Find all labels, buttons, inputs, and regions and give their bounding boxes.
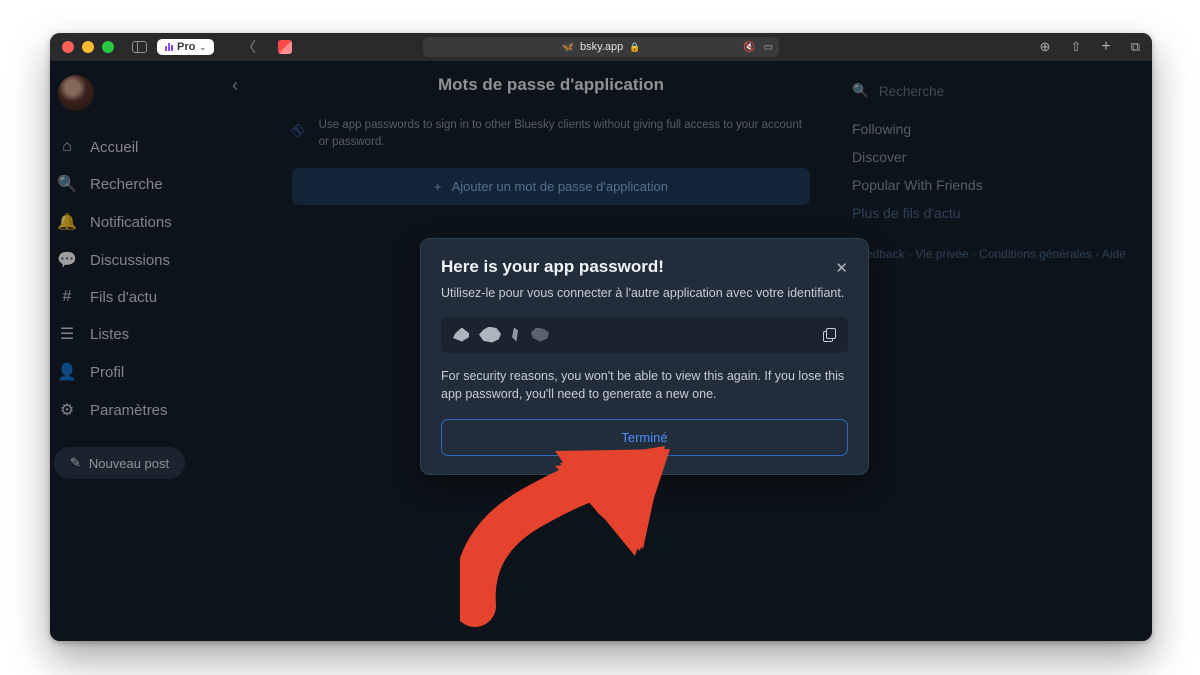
password-glyph-icon	[531, 328, 549, 342]
traffic-lights	[62, 41, 114, 53]
new-tab-button[interactable]	[1101, 38, 1110, 56]
pro-badge[interactable]: Pro ⌄	[157, 39, 214, 55]
url-text: bsky.app	[580, 41, 623, 53]
done-button[interactable]: Terminé	[441, 419, 848, 456]
page-content: ⌂ Accueil 🔍 Recherche 🔔 Notifications 💬 …	[50, 61, 1152, 641]
browser-window: Pro ⌄ 〈 🦋 bsky.app 🔒 🔇 ▭ ⊕ ⇧ ⧉	[50, 33, 1152, 641]
bluesky-icon: 🦋	[562, 42, 574, 53]
reader-icon[interactable]: ▭	[764, 42, 773, 53]
url-bar[interactable]: 🦋 bsky.app 🔒 🔇 ▭	[423, 37, 779, 57]
password-glyph-icon	[479, 327, 501, 343]
maximize-window-button[interactable]	[102, 41, 114, 53]
download-icon[interactable]: ⊕	[1040, 39, 1051, 55]
modal-title: Here is your app password!	[441, 257, 664, 277]
app-password-modal: Here is your app password! ✕ Utilisez-le…	[420, 238, 869, 475]
audio-icon[interactable]: 🔇	[743, 42, 755, 53]
bars-icon	[165, 43, 173, 51]
nav-back-button[interactable]: 〈	[242, 37, 256, 57]
app-icon[interactable]	[278, 40, 292, 54]
modal-subtitle: Utilisez-le pour vous connecter à l'autr…	[441, 285, 848, 303]
titlebar: Pro ⌄ 〈 🦋 bsky.app 🔒 🔇 ▭ ⊕ ⇧ ⧉	[50, 33, 1152, 61]
lock-icon: 🔒	[629, 42, 640, 53]
modal-warning: For security reasons, you won't be able …	[441, 367, 848, 403]
pro-label: Pro	[177, 41, 195, 53]
close-icon[interactable]: ✕	[835, 259, 848, 277]
password-display	[441, 317, 848, 353]
copy-button[interactable]	[823, 328, 836, 341]
chevron-down-icon: ⌄	[199, 43, 206, 52]
sidebar-toggle-icon[interactable]	[132, 41, 147, 53]
password-glyph-icon	[511, 328, 521, 342]
tabs-overview-icon[interactable]: ⧉	[1131, 39, 1140, 55]
password-glyph-icon	[453, 328, 469, 342]
password-obscured	[453, 327, 549, 343]
share-icon[interactable]: ⇧	[1070, 39, 1081, 55]
close-window-button[interactable]	[62, 41, 74, 53]
minimize-window-button[interactable]	[82, 41, 94, 53]
